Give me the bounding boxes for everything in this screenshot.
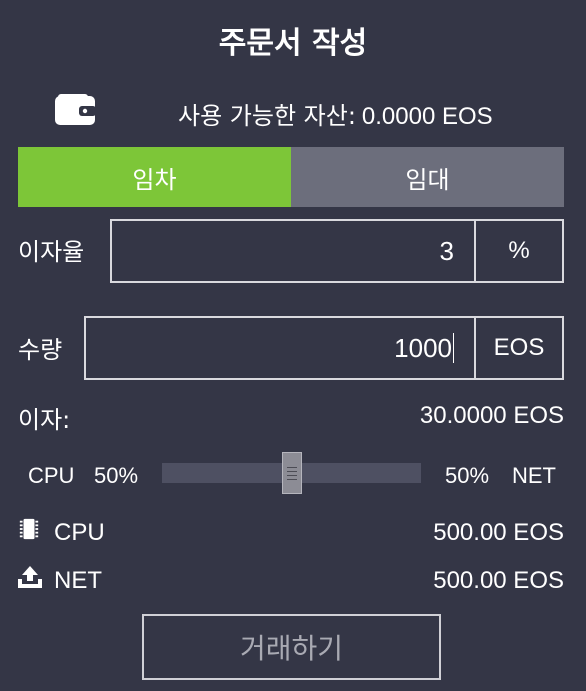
interest-rate-input[interactable]: 3 — [112, 221, 474, 281]
tab-lend[interactable]: 임대 — [291, 147, 564, 207]
quantity-label: 수량 — [18, 336, 63, 364]
interest-label: 이자: — [18, 406, 71, 434]
quantity-unit: EOS — [474, 318, 562, 378]
available-assets-label: 사용 가능한 자산: — [178, 102, 356, 130]
trade-button[interactable]: 거래하기 — [142, 614, 441, 680]
wallet-icon — [54, 93, 96, 126]
quantity-field[interactable]: 1000 EOS — [84, 316, 564, 380]
net-allocation-value: 500.00 EOS — [433, 567, 564, 594]
net-allocation-label: NET — [54, 567, 102, 594]
interest-rate-unit: % — [474, 221, 562, 281]
available-assets: 사용 가능한 자산: 0.0000 EOS — [178, 96, 499, 131]
upload-icon — [17, 565, 43, 594]
slider-right-percent: 50% — [445, 463, 490, 488]
quantity-input-value: 1000 — [394, 332, 452, 363]
quantity-input[interactable]: 1000 — [86, 318, 474, 378]
slider-right-label: NET — [512, 463, 556, 488]
text-caret — [453, 333, 454, 363]
interest-rate-field[interactable]: 3 % — [110, 219, 564, 283]
order-type-tabs: 임차 임대 — [18, 147, 564, 207]
cpu-allocation-value: 500.00 EOS — [433, 519, 564, 546]
page-title: 주문서 작성 — [218, 26, 368, 61]
chip-icon — [18, 518, 40, 545]
available-assets-value: 0.0000 EOS — [361, 103, 493, 130]
slider-left-label: CPU — [28, 463, 75, 488]
interest-rate-label: 이자율 — [18, 238, 85, 266]
tab-borrow[interactable]: 임차 — [18, 147, 291, 207]
cpu-net-slider-thumb[interactable] — [282, 452, 302, 494]
cpu-allocation-label: CPU — [54, 519, 105, 546]
interest-value: 30.0000 EOS — [419, 402, 564, 429]
slider-left-percent: 50% — [94, 463, 139, 488]
